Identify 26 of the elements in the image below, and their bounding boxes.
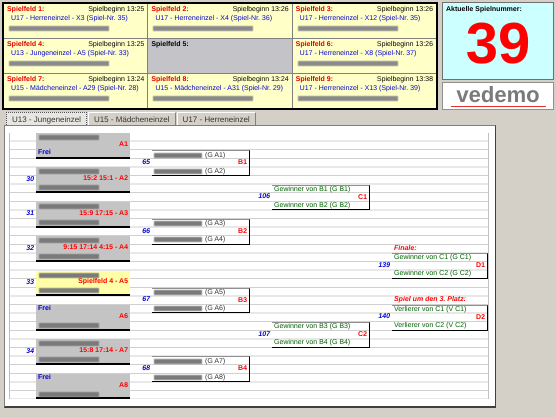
hidden-player-name [39,254,99,260]
hidden-player-name [154,221,202,226]
hidden-player-name [154,290,202,296]
current-match-number: 39 [466,15,530,73]
hidden-player-name [39,288,99,294]
hidden-player-name [39,204,99,209]
hidden-player-name [154,237,202,242]
hidden-player-name [154,358,202,364]
category-tab[interactable]: U15 - Mädcheneinzel [88,112,176,125]
hidden-player-name [39,135,99,140]
logo-text: vedemo [456,85,540,105]
category-tab[interactable]: U13 - Jungeneinzel [6,112,87,125]
hidden-player-name [154,306,202,312]
hidden-player-name [154,374,202,380]
hidden-player-name [39,272,99,278]
hidden-player-name [39,220,99,225]
hidden-player-name [39,357,99,362]
hidden-player-name [39,238,99,244]
hidden-player-name [39,341,99,346]
hidden-player-name [39,169,99,174]
hidden-player-name [39,185,99,190]
category-tab[interactable]: U17 - Herreneinzel [176,112,256,125]
hidden-player-name [39,322,99,328]
hidden-player-name [154,152,202,158]
hidden-player-name [154,168,202,174]
hidden-player-name [39,392,99,397]
